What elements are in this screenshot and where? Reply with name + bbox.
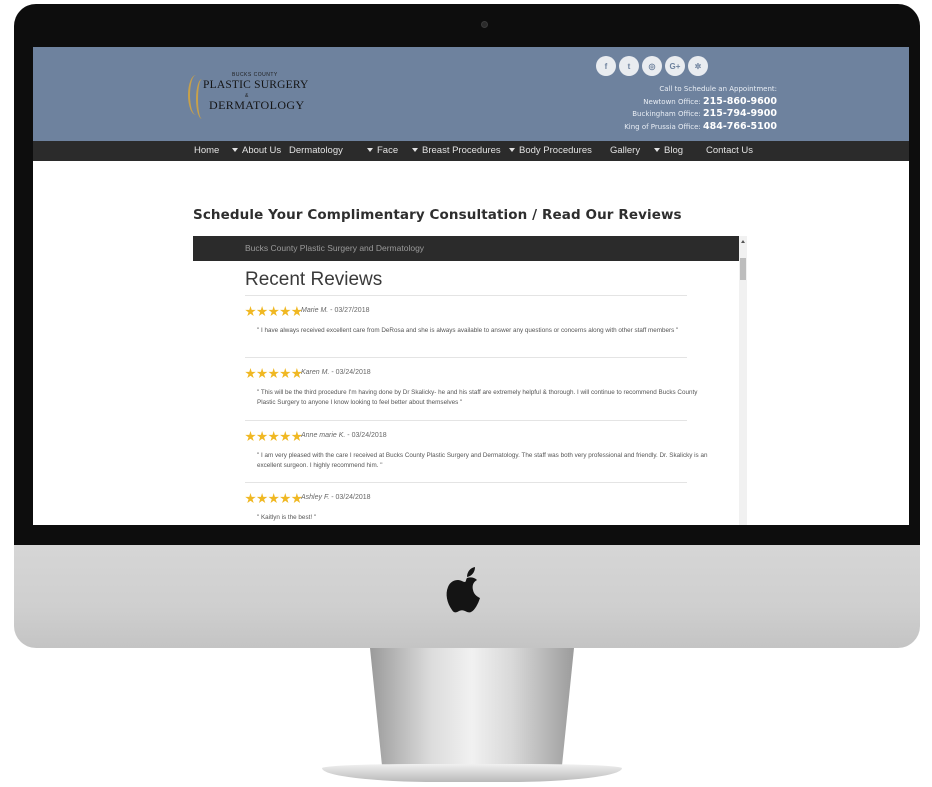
star-icon <box>280 368 291 379</box>
nav-item-contact[interactable]: Contact Us <box>706 145 753 156</box>
scroll-up-icon[interactable] <box>741 240 745 243</box>
caret-down-icon <box>367 148 373 152</box>
review-author: Marie M. <box>301 307 329 314</box>
review-date: - 03/24/2018 <box>329 369 371 376</box>
page-title: Schedule Your Complimentary Consultation… <box>193 207 682 223</box>
nav-item-breast-label: Breast Procedures <box>422 145 501 156</box>
reviews-title: Recent Reviews <box>245 269 383 290</box>
review-text: " I have always received excellent care … <box>257 327 679 334</box>
review-date: - 03/24/2018 <box>345 432 387 439</box>
contact-info: Call to Schedule an Appointment: Newtown… <box>624 83 777 133</box>
review-meta: Karen M. - 03/24/2018 <box>301 369 371 376</box>
review-author: Karen M. <box>301 369 330 376</box>
review-text: " I am very pleased with the care I rece… <box>257 452 708 469</box>
instagram-icon[interactable]: ◎ <box>642 56 662 76</box>
buckingham-office: Buckingham Office: 215-794-9900 <box>624 108 777 121</box>
contact-intro: Call to Schedule an Appointment: <box>659 85 777 93</box>
nav-item-body-procedures[interactable]: Body Procedures <box>509 145 592 156</box>
logo-line-1: PLASTIC SURGERY <box>203 79 309 91</box>
imac-mockup: BUCKS COUNTY PLASTIC SURGERY & DERMATOLO… <box>0 0 932 787</box>
site-header: BUCKS COUNTY PLASTIC SURGERY & DERMATOLO… <box>33 47 909 141</box>
newtown-label: Newtown Office: <box>643 97 701 106</box>
divider <box>245 295 687 296</box>
nav-item-face[interactable]: Face <box>367 145 398 156</box>
star-icon <box>245 493 256 504</box>
star-rating <box>245 493 303 504</box>
star-icon <box>256 368 268 379</box>
kop-label: King of Prussia Office: <box>624 122 701 131</box>
star-icon <box>268 368 279 379</box>
scrollbar-thumb[interactable] <box>740 258 746 280</box>
review-meta: Anne marie K. - 03/24/2018 <box>301 432 387 439</box>
google-plus-icon[interactable]: G+ <box>665 56 685 76</box>
star-icon <box>280 431 291 442</box>
review-date: - 03/27/2018 <box>328 307 370 314</box>
facebook-icon[interactable]: f <box>596 56 616 76</box>
star-icon <box>280 306 291 317</box>
nav-item-about-label: About Us <box>242 145 282 156</box>
reviews-widget: Bucks County Plastic Surgery and Dermato… <box>193 236 747 525</box>
star-icon <box>245 306 256 317</box>
buckingham-phone[interactable]: 215-794-9900 <box>703 108 777 119</box>
yelp-icon[interactable]: ✲ <box>688 56 708 76</box>
newtown-office: Newtown Office: 215-860-9600 <box>624 96 777 109</box>
main-nav: Home About Us Dermatology Face Breast Pr… <box>33 141 909 161</box>
twitter-icon[interactable]: t <box>619 56 639 76</box>
kop-office: King of Prussia Office: 484-766-5100 <box>624 121 777 134</box>
widget-header-title: Bucks County Plastic Surgery and Dermato… <box>245 243 425 253</box>
star-icon <box>268 493 279 504</box>
site-logo[interactable]: BUCKS COUNTY PLASTIC SURGERY & DERMATOLO… <box>188 69 328 125</box>
nav-item-body-label: Body Procedures <box>519 145 592 156</box>
nav-item-home[interactable]: Home <box>194 145 219 156</box>
logo-line-2: DERMATOLOGY <box>209 98 305 112</box>
widget-header-bar: Bucks County Plastic Surgery and Dermato… <box>193 236 739 261</box>
newtown-phone[interactable]: 215-860-9600 <box>703 96 777 107</box>
caret-down-icon <box>412 148 418 152</box>
star-icon <box>245 368 256 379</box>
caret-down-icon <box>509 148 515 152</box>
star-icon <box>245 431 256 442</box>
monitor-base <box>322 764 622 782</box>
review-author: Ashley F. <box>301 494 330 501</box>
nav-item-dermatology[interactable]: Dermatology <box>289 145 343 156</box>
review-author: Anne marie K. <box>301 432 346 439</box>
nav-item-about[interactable]: About Us <box>232 145 281 156</box>
star-icon <box>268 306 279 317</box>
star-icon <box>256 431 268 442</box>
camera <box>481 21 488 28</box>
star-icon <box>256 306 268 317</box>
nav-item-gallery[interactable]: Gallery <box>610 145 640 156</box>
star-icon <box>280 493 291 504</box>
review-date: - 03/24/2018 <box>329 494 371 501</box>
star-rating <box>245 368 303 379</box>
star-rating <box>245 431 303 442</box>
divider <box>245 482 687 483</box>
divider <box>245 420 687 421</box>
nav-item-blog-label: Blog <box>664 145 684 156</box>
review-meta: Ashley F. - 03/24/2018 <box>301 494 371 501</box>
buckingham-label: Buckingham Office: <box>632 110 701 118</box>
nav-item-face-label: Face <box>377 145 399 156</box>
widget-scrollbar[interactable] <box>739 236 747 525</box>
monitor-stand <box>370 648 574 768</box>
star-icon <box>268 431 279 442</box>
caret-down-icon <box>232 148 238 152</box>
star-icon <box>256 493 268 504</box>
nav-item-blog[interactable]: Blog <box>654 145 683 156</box>
review-text: " Kaitlyn is the best! " <box>257 514 317 521</box>
social-links: f t ◎ G+ ✲ <box>596 56 708 76</box>
apple-logo-icon <box>446 567 480 613</box>
nav-item-breast-procedures[interactable]: Breast Procedures <box>412 145 501 156</box>
caret-down-icon <box>654 148 660 152</box>
review-text: " This will be the third procedure I'm h… <box>257 389 698 406</box>
star-rating <box>245 306 303 317</box>
kop-phone[interactable]: 484-766-5100 <box>703 121 777 132</box>
logo-small-text: BUCKS COUNTY <box>232 72 278 78</box>
review-meta: Marie M. - 03/27/2018 <box>301 307 370 314</box>
browser-screen: BUCKS COUNTY PLASTIC SURGERY & DERMATOLO… <box>33 47 909 525</box>
divider <box>245 357 687 358</box>
